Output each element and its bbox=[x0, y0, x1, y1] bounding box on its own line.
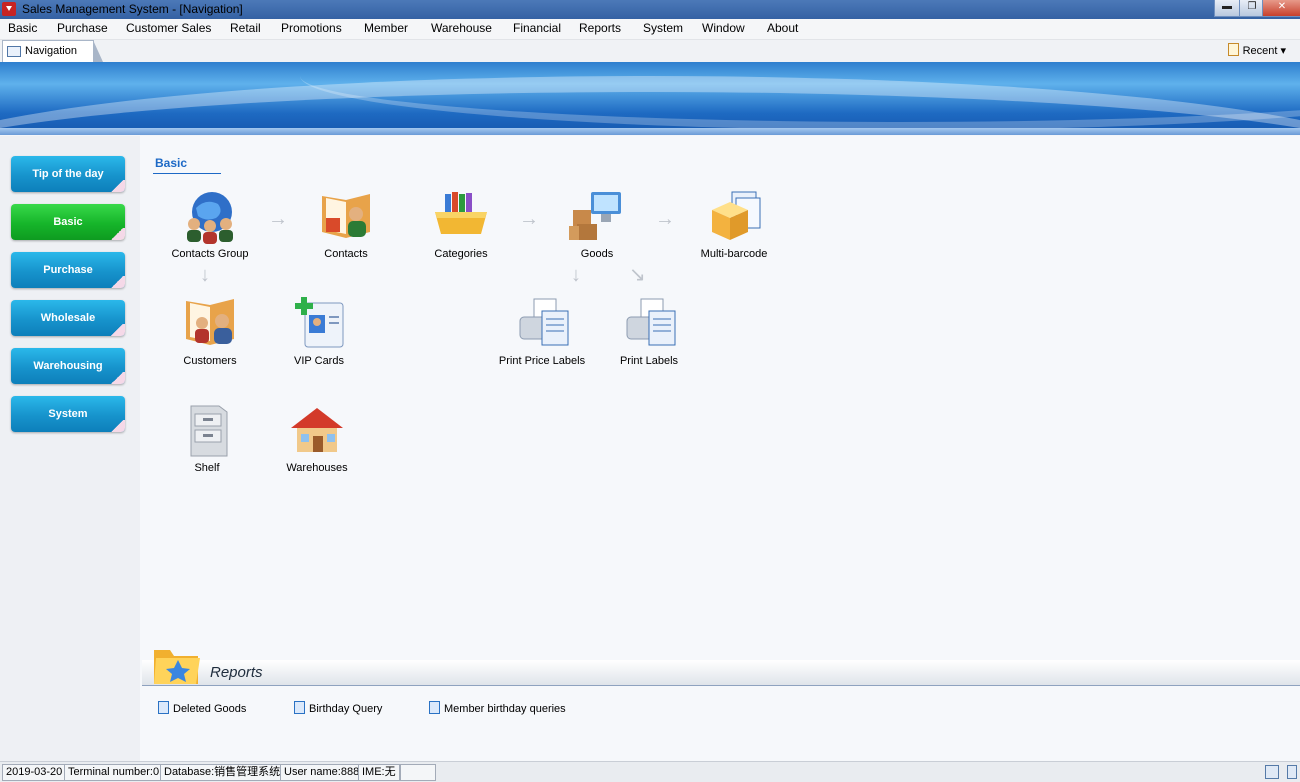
minimize-button[interactable]: ▬ bbox=[1214, 0, 1240, 17]
menu-bar: Basic Purchase Customer Sales Retail Pro… bbox=[0, 19, 1300, 40]
status-empty bbox=[400, 764, 436, 781]
sidebar-item-basic[interactable]: Basic bbox=[11, 204, 125, 240]
menu-system[interactable]: System bbox=[643, 21, 683, 35]
contacts-item[interactable]: Contacts bbox=[291, 188, 401, 260]
arrow-right-icon: → bbox=[519, 208, 539, 230]
sidebar-item-wholesale[interactable]: Wholesale bbox=[11, 300, 125, 336]
reports-folder-icon bbox=[154, 650, 200, 684]
arrow-right-icon: → bbox=[268, 208, 288, 230]
panel-icon[interactable] bbox=[1287, 765, 1297, 779]
goods-icon bbox=[567, 188, 627, 244]
customers-icon bbox=[180, 295, 240, 351]
reports-header bbox=[142, 660, 1300, 686]
printer-icon bbox=[512, 295, 572, 351]
menu-window[interactable]: Window bbox=[702, 21, 745, 35]
status-bar: 2019-03-20 Terminal number:01 Database:销… bbox=[0, 761, 1300, 782]
section-title: Basic bbox=[155, 156, 188, 170]
menu-purchase[interactable]: Purchase bbox=[57, 21, 108, 35]
report-link-label: Birthday Query bbox=[309, 703, 383, 715]
menu-basic[interactable]: Basic bbox=[8, 21, 37, 35]
sidebar-item-tip-of-the-day[interactable]: Tip of the day bbox=[11, 156, 125, 192]
print-price-labels-label: Print Price Labels bbox=[498, 355, 586, 367]
multi-barcode-icon bbox=[704, 188, 764, 244]
customers-item[interactable]: Customers bbox=[155, 295, 265, 367]
menu-promotions[interactable]: Promotions bbox=[281, 21, 342, 35]
tab-bar: Navigation Recent ▾ bbox=[0, 40, 1300, 62]
title-bar: Sales Management System - [Navigation] ▬… bbox=[0, 0, 1300, 19]
goods-label: Goods bbox=[580, 248, 614, 260]
vip-cards-label: VIP Cards bbox=[294, 355, 344, 367]
contacts-icon bbox=[316, 188, 376, 244]
print-labels-item[interactable]: Print Labels bbox=[594, 295, 704, 367]
recent-label: Recent bbox=[1242, 45, 1278, 57]
menu-warehouse[interactable]: Warehouse bbox=[431, 21, 492, 35]
window-icon bbox=[7, 46, 21, 57]
shelf-item[interactable]: Shelf bbox=[152, 402, 262, 474]
printer-icon bbox=[619, 295, 679, 351]
header-banner bbox=[0, 62, 1300, 135]
filing-cabinet-icon bbox=[177, 402, 237, 458]
customers-label: Customers bbox=[183, 355, 237, 367]
menu-member[interactable]: Member bbox=[364, 21, 408, 35]
recent-icon bbox=[1227, 43, 1239, 56]
status-database: Database:销售管理系统 bbox=[160, 764, 285, 781]
vip-cards-icon bbox=[289, 295, 349, 351]
sidebar-item-warehousing[interactable]: Warehousing bbox=[11, 348, 125, 384]
sidebar-item-system[interactable]: System bbox=[11, 396, 125, 432]
categories-item[interactable]: Categories bbox=[406, 188, 516, 260]
multi-barcode-label: Multi-barcode bbox=[700, 248, 768, 260]
categories-icon bbox=[431, 188, 491, 244]
contacts-group-label: Contacts Group bbox=[171, 248, 249, 260]
shelf-label: Shelf bbox=[194, 462, 220, 474]
arrow-down-right-icon: ↘ bbox=[629, 264, 646, 286]
app-icon bbox=[2, 2, 16, 16]
print-labels-label: Print Labels bbox=[619, 355, 679, 367]
status-date: 2019-03-20 bbox=[2, 764, 67, 781]
contacts-label: Contacts bbox=[324, 248, 368, 260]
menu-customer-sales[interactable]: Customer Sales bbox=[126, 21, 211, 35]
warehouses-item[interactable]: Warehouses bbox=[262, 402, 372, 474]
layout-icon[interactable] bbox=[1265, 765, 1279, 779]
report-birthday-query[interactable]: Birthday Query bbox=[294, 701, 382, 715]
tab-navigation[interactable]: Navigation bbox=[2, 40, 103, 62]
contacts-group-item[interactable]: Contacts Group bbox=[155, 188, 265, 260]
menu-reports[interactable]: Reports bbox=[579, 21, 621, 35]
arrow-down-icon: ↓ bbox=[571, 264, 581, 286]
report-link-label: Member birthday queries bbox=[444, 703, 566, 715]
menu-retail[interactable]: Retail bbox=[230, 21, 261, 35]
categories-label: Categories bbox=[434, 248, 488, 260]
menu-about[interactable]: About bbox=[767, 21, 798, 35]
print-price-labels-item[interactable]: Print Price Labels bbox=[487, 295, 597, 367]
contacts-group-icon bbox=[180, 188, 240, 244]
report-icon bbox=[158, 701, 169, 714]
report-icon bbox=[294, 701, 305, 714]
menu-financial[interactable]: Financial bbox=[513, 21, 561, 35]
report-link-label: Deleted Goods bbox=[173, 703, 247, 715]
report-deleted-goods[interactable]: Deleted Goods bbox=[158, 701, 246, 715]
warehouses-label: Warehouses bbox=[286, 462, 348, 474]
report-member-birthday-queries[interactable]: Member birthday queries bbox=[429, 701, 566, 715]
sidebar-item-purchase[interactable]: Purchase bbox=[11, 252, 125, 288]
close-button[interactable]: ✕ bbox=[1262, 0, 1300, 17]
recent-button[interactable]: Recent ▾ bbox=[1227, 43, 1286, 57]
section-underline bbox=[153, 173, 221, 174]
warehouse-icon bbox=[287, 402, 347, 458]
multi-barcode-item[interactable]: Multi-barcode bbox=[679, 188, 789, 260]
window-title: Sales Management System - [Navigation] bbox=[22, 2, 243, 16]
status-terminal: Terminal number:01 bbox=[64, 764, 170, 781]
arrow-down-icon: ↓ bbox=[200, 264, 210, 286]
goods-item[interactable]: Goods bbox=[542, 188, 652, 260]
status-ime: IME:无 bbox=[358, 764, 400, 781]
reports-title: Reports bbox=[210, 664, 263, 681]
tab-label: Navigation bbox=[25, 45, 77, 57]
arrow-right-icon: → bbox=[655, 208, 675, 230]
report-icon bbox=[429, 701, 440, 714]
status-user: User name:888 bbox=[280, 764, 364, 781]
vip-cards-item[interactable]: VIP Cards bbox=[264, 295, 374, 367]
